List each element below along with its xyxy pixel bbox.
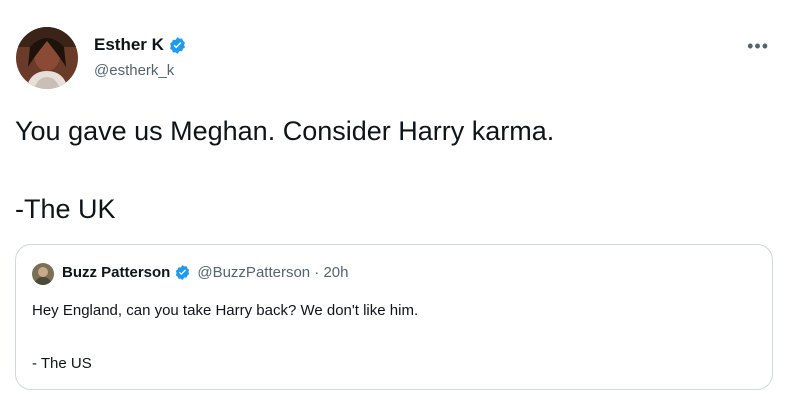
avatar-photo (16, 27, 78, 89)
quoted-verified-badge-icon (176, 265, 190, 280)
author-name[interactable]: Esther K (94, 35, 187, 55)
tweet-text-line-2: -The UK (15, 194, 116, 224)
author-avatar[interactable] (16, 27, 78, 89)
more-icon[interactable]: ••• (747, 36, 769, 57)
author-name-text[interactable]: Esther K (94, 35, 164, 55)
quoted-handle-and-time: @BuzzPatterson · 20h (197, 264, 349, 281)
quoted-tweet-card[interactable]: Buzz Patterson @BuzzPatterson · 20h Hey … (15, 244, 773, 390)
author-handle[interactable]: @estherk_k (94, 62, 174, 79)
quoted-tweet-text-line-2: - The US (32, 355, 92, 372)
quoted-tweet-text-line-1: Hey England, can you take Harry back? We… (32, 302, 419, 319)
quoted-author-name[interactable]: Buzz Patterson (62, 264, 170, 281)
quoted-author-avatar[interactable] (32, 263, 54, 285)
verified-badge-icon (169, 36, 185, 54)
quoted-avatar-photo (32, 263, 54, 285)
quoted-tweet-header: Buzz Patterson @BuzzPatterson · 20h (62, 264, 349, 281)
tweet-text-line-1: You gave us Meghan. Consider Harry karma… (15, 116, 555, 146)
